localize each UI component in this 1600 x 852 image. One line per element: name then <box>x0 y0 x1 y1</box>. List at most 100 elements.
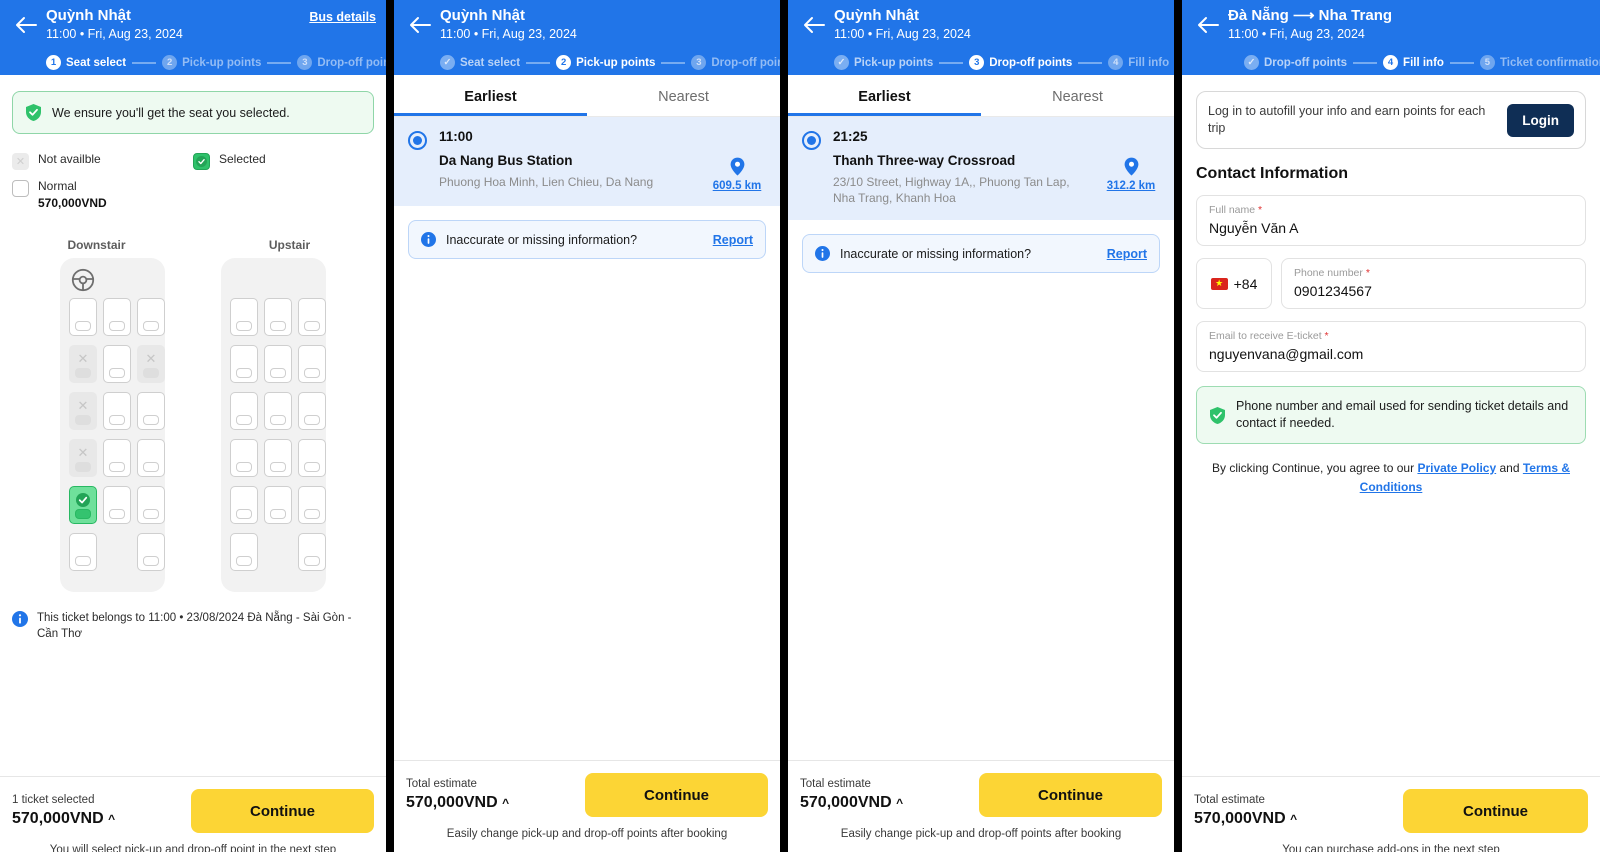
seat[interactable] <box>137 392 165 430</box>
stop-option-row[interactable]: 11:00 Da Nang Bus Station Phuong Hoa Min… <box>394 117 780 206</box>
back-button[interactable] <box>10 9 42 41</box>
phone-number-field[interactable]: Phone number * 0901234567 <box>1281 258 1586 309</box>
price-summary[interactable]: Total estimate 570,000VND ^ <box>1194 793 1403 830</box>
chevron-up-icon[interactable]: ^ <box>896 796 903 810</box>
seat[interactable] <box>298 345 326 383</box>
step-drop-off-points[interactable]: 3 Drop-off points <box>691 55 780 70</box>
info-icon <box>12 611 28 627</box>
continue-button[interactable]: Continue <box>585 773 768 817</box>
step-ticket-confirmation[interactable]: 5 Ticket confirmation <box>1480 55 1600 70</box>
distance-label: 312.2 km <box>1102 180 1160 192</box>
price-summary[interactable]: Total estimate 570,000VND ^ <box>406 777 585 814</box>
report-link[interactable]: Report <box>1107 247 1147 261</box>
full-name-field[interactable]: Full name * Nguyễn Văn A <box>1196 195 1586 246</box>
tab-earliest[interactable]: Earliest <box>394 75 587 116</box>
chevron-up-icon[interactable]: ^ <box>1290 812 1297 826</box>
panel-header: Quỳnh Nhật 11:00 • Fri, Aug 23, 2024 ✓ S… <box>394 0 780 75</box>
report-link[interactable]: Report <box>713 233 753 247</box>
seat[interactable] <box>230 345 258 383</box>
step-drop-off-points[interactable]: ✓ Drop-off points <box>1244 55 1347 70</box>
step-number: 3 <box>691 55 706 70</box>
bus-details-link[interactable]: Bus details <box>309 10 376 24</box>
seat[interactable] <box>103 439 131 477</box>
step-seat-select[interactable]: 1 Seat select <box>46 55 126 70</box>
tab-nearest[interactable]: Nearest <box>587 75 780 116</box>
price-value: 570,000VND ^ <box>406 792 585 814</box>
seat[interactable] <box>264 345 292 383</box>
seat[interactable] <box>103 298 131 336</box>
step-drop-off-points[interactable]: 3 Drop-off points <box>969 55 1072 70</box>
panel-seat-select: Quỳnh Nhật 11:00 • Fri, Aug 23, 2024 Bus… <box>0 0 386 852</box>
step-pick-up-points[interactable]: 2 Pick-up points <box>556 55 655 70</box>
seat[interactable] <box>230 533 258 571</box>
seat[interactable] <box>137 439 165 477</box>
seat[interactable] <box>298 533 326 571</box>
radio-selected[interactable] <box>802 131 821 150</box>
chevron-up-icon[interactable]: ^ <box>502 796 509 810</box>
contact-usage-text: Phone number and email used for sending … <box>1236 398 1573 432</box>
seat[interactable] <box>230 439 258 477</box>
seat[interactable] <box>137 533 165 571</box>
seat[interactable] <box>264 486 292 524</box>
seat[interactable] <box>69 533 97 571</box>
legend-label: Selected <box>219 152 266 167</box>
seat[interactable] <box>103 392 131 430</box>
tab-nearest[interactable]: Nearest <box>981 75 1174 116</box>
seat[interactable] <box>264 298 292 336</box>
seat-assurance-banner: We ensure you'll get the seat you select… <box>12 91 374 134</box>
login-button[interactable]: Login <box>1507 104 1574 137</box>
seat[interactable] <box>264 392 292 430</box>
legend-item-normal: Normal 570,000VND <box>12 179 193 212</box>
stop-distance[interactable]: 312.2 km <box>1102 129 1160 206</box>
private-policy-link[interactable]: Private Policy <box>1417 461 1496 475</box>
radio-selected[interactable] <box>408 131 427 150</box>
seat-selected[interactable] <box>69 486 97 524</box>
back-button[interactable] <box>798 9 830 41</box>
seat[interactable] <box>298 439 326 477</box>
seat[interactable] <box>298 298 326 336</box>
seat[interactable] <box>298 486 326 524</box>
step-drop-off-points[interactable]: 3 Drop-off points <box>297 55 386 70</box>
step-fill-info[interactable]: 4 Fill info <box>1108 55 1169 70</box>
email-field[interactable]: Email to receive E-ticket * nguyenvana@g… <box>1196 321 1586 372</box>
back-button[interactable] <box>1192 9 1224 41</box>
step-fill-info[interactable]: 4 Fill info <box>1383 55 1444 70</box>
continue-button[interactable]: Continue <box>1403 789 1588 833</box>
seat-row <box>230 533 317 571</box>
seat[interactable] <box>230 486 258 524</box>
step-pick-up-points[interactable]: 2 Pick-up points <box>162 55 261 70</box>
legend-label: Normal <box>38 179 107 194</box>
step-pick-up-points[interactable]: ✓ Pick-up points <box>834 55 933 70</box>
seat[interactable] <box>69 298 97 336</box>
panel-body: Log in to autofill your info and earn po… <box>1182 91 1600 852</box>
step-seat-select[interactable]: ✓ Seat select <box>440 55 520 70</box>
arrow-left-icon <box>409 16 431 34</box>
back-button[interactable] <box>404 9 436 41</box>
stop-option-row[interactable]: 21:25 Thanh Three-way Crossroad 23/10 St… <box>788 117 1174 220</box>
seat[interactable] <box>137 298 165 336</box>
page-title: Quỳnh Nhật <box>46 6 309 25</box>
seat[interactable] <box>230 298 258 336</box>
panel-header: Quỳnh Nhật 11:00 • Fri, Aug 23, 2024 Bus… <box>0 0 386 75</box>
tab-earliest[interactable]: Earliest <box>788 75 981 116</box>
seat[interactable] <box>264 439 292 477</box>
seat-row <box>230 392 317 430</box>
continue-button[interactable]: Continue <box>979 773 1162 817</box>
seat[interactable] <box>103 486 131 524</box>
price-summary[interactable]: 1 ticket selected 570,000VND ^ <box>12 793 191 830</box>
seat[interactable] <box>103 345 131 383</box>
step-number: 2 <box>162 55 177 70</box>
continue-button[interactable]: Continue <box>191 789 374 833</box>
seat-gap <box>103 533 131 571</box>
seat[interactable] <box>230 392 258 430</box>
price-summary[interactable]: Total estimate 570,000VND ^ <box>800 777 979 814</box>
full-name-label: Full name * <box>1209 204 1573 216</box>
country-code-selector[interactable]: ★ +84 <box>1196 258 1272 309</box>
stop-distance[interactable]: 609.5 km <box>708 129 766 192</box>
seat[interactable] <box>298 392 326 430</box>
seat[interactable] <box>137 486 165 524</box>
price-amount: 570,000VND <box>406 794 498 811</box>
chevron-up-icon[interactable]: ^ <box>108 812 115 826</box>
step-number: 3 <box>969 55 984 70</box>
seat-normal-icon <box>12 180 29 197</box>
